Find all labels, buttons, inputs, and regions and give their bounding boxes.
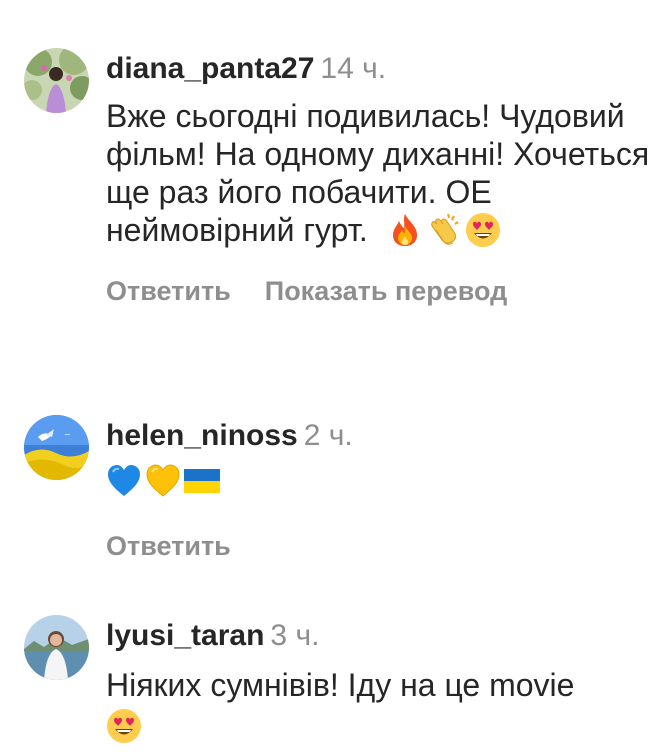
fire-emoji bbox=[387, 212, 423, 256]
username[interactable]: diana_panta27 bbox=[106, 52, 314, 85]
yellow-heart-emoji bbox=[145, 463, 181, 507]
ukraine-flag-emoji bbox=[184, 463, 220, 507]
comment-actions: Ответить Показать перевод bbox=[106, 276, 650, 307]
comment-content: diana_panta27 14 ч. Вже сьогодні подивила… bbox=[106, 51, 650, 307]
comment-text: Ніяких сумнівів! Іду на це movie bbox=[106, 666, 650, 752]
show-translation-button[interactable]: Показать перевод bbox=[265, 276, 508, 306]
comment-content: helen_ninoss 2 ч. Ответить bbox=[106, 418, 650, 562]
heart-eyes-emoji bbox=[465, 212, 501, 256]
heart-eyes-emoji bbox=[106, 708, 142, 752]
comment-body: Вже сьогодні подивилась! Чудовий фільм! … bbox=[106, 98, 650, 248]
avatar[interactable] bbox=[24, 48, 89, 113]
timestamp: 14 ч. bbox=[320, 52, 387, 85]
comment-text bbox=[106, 462, 650, 507]
username[interactable]: lyusi_taran bbox=[106, 619, 264, 652]
timestamp: 2 ч. bbox=[303, 419, 353, 452]
svg-text:~: ~ bbox=[64, 430, 71, 439]
comment-content: lyusi_taran 3 ч. Ніяких сумнівів! Іду на … bbox=[106, 618, 650, 752]
comment-text: Вже сьогодні подивилась! Чудовий фільм! … bbox=[106, 97, 650, 256]
timestamp: 3 ч. bbox=[270, 619, 320, 652]
comment-actions: Ответить bbox=[106, 531, 650, 562]
reply-button[interactable]: Ответить bbox=[106, 276, 231, 306]
comment-meta: lyusi_taran 3 ч. bbox=[106, 618, 650, 654]
comment-body: Ніяких сумнівів! Іду на це movie bbox=[106, 667, 575, 703]
reply-button[interactable]: Ответить bbox=[106, 531, 231, 561]
avatar[interactable]: ~ bbox=[24, 415, 89, 480]
comment-meta: helen_ninoss 2 ч. bbox=[106, 418, 650, 454]
blue-heart-emoji bbox=[106, 463, 142, 507]
comment-meta: diana_panta27 14 ч. bbox=[106, 51, 650, 87]
username[interactable]: helen_ninoss bbox=[106, 419, 298, 452]
avatar[interactable] bbox=[24, 615, 89, 680]
clapping-hands-emoji bbox=[426, 212, 462, 256]
